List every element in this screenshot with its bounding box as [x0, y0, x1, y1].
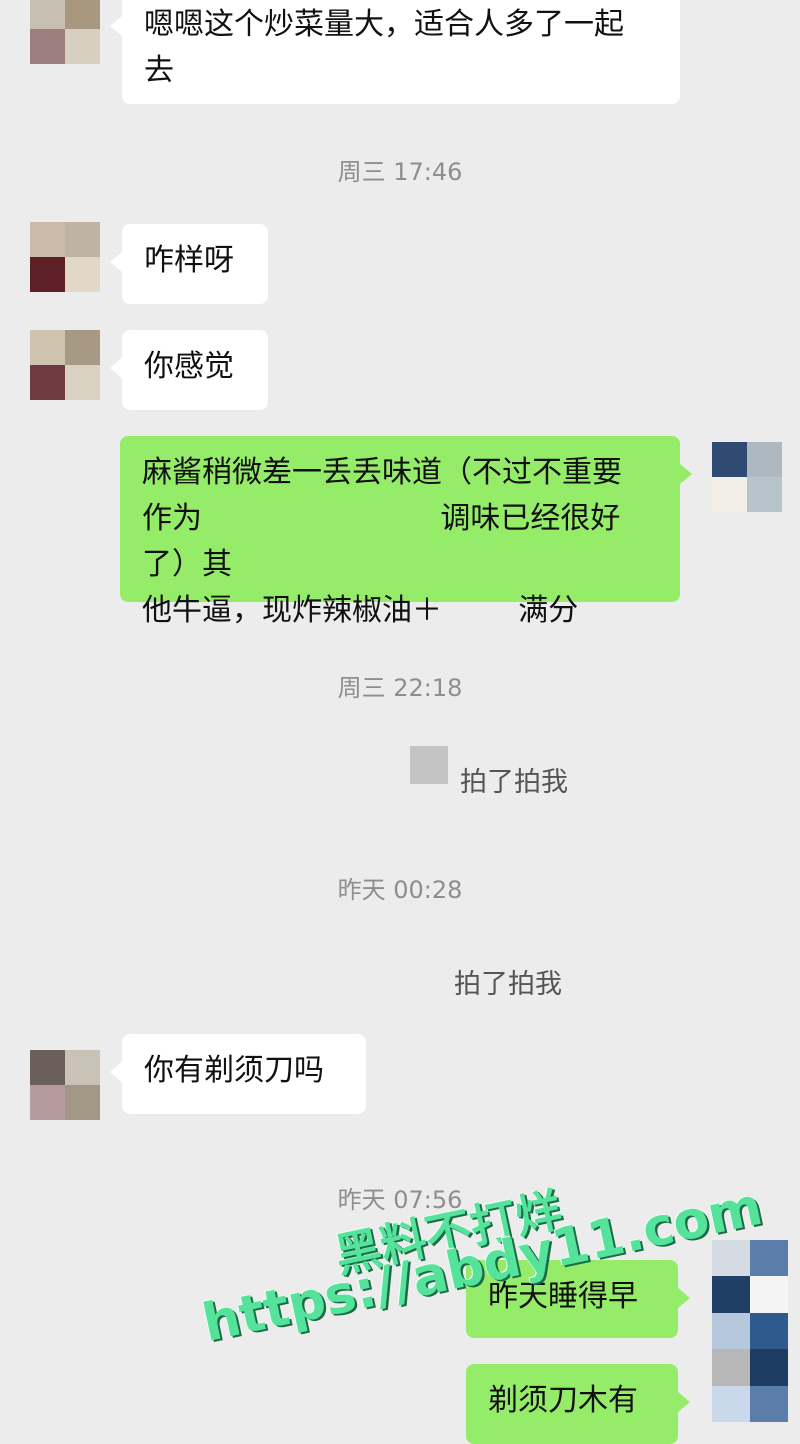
- message-bubble-outgoing[interactable]: 麻酱稍微差一丢丢味道（不过不重要 作为 调味已经很好了）其 他牛逼，现炸辣椒油＋…: [120, 436, 692, 628]
- contact-avatar[interactable]: [30, 330, 100, 400]
- message-bubble-incoming[interactable]: 嗯嗯这个炒菜量大，适合人多了一起 去: [110, 0, 680, 104]
- timestamp: 周三 22:18: [337, 674, 463, 702]
- message-bubble-outgoing[interactable]: 剃须刀木有: [466, 1364, 690, 1444]
- poke-notice: 拍了拍我: [454, 969, 562, 1000]
- message-bubble-incoming[interactable]: 咋样呀: [110, 224, 268, 304]
- timestamp: 周三 17:46: [337, 158, 463, 186]
- message-bubble-incoming[interactable]: 你有剃须刀吗: [110, 1034, 366, 1114]
- contact-avatar[interactable]: [30, 222, 100, 292]
- message-bubble-incoming[interactable]: 你感觉: [110, 330, 268, 410]
- poke-notice: 拍了拍我: [460, 767, 568, 798]
- poke-avatar-placeholder: [410, 746, 448, 784]
- contact-avatar[interactable]: [30, 1050, 100, 1120]
- self-avatar[interactable]: [712, 1240, 788, 1422]
- self-avatar[interactable]: [712, 442, 782, 512]
- timestamp: 昨天 00:28: [337, 876, 463, 904]
- contact-avatar[interactable]: [30, 0, 100, 64]
